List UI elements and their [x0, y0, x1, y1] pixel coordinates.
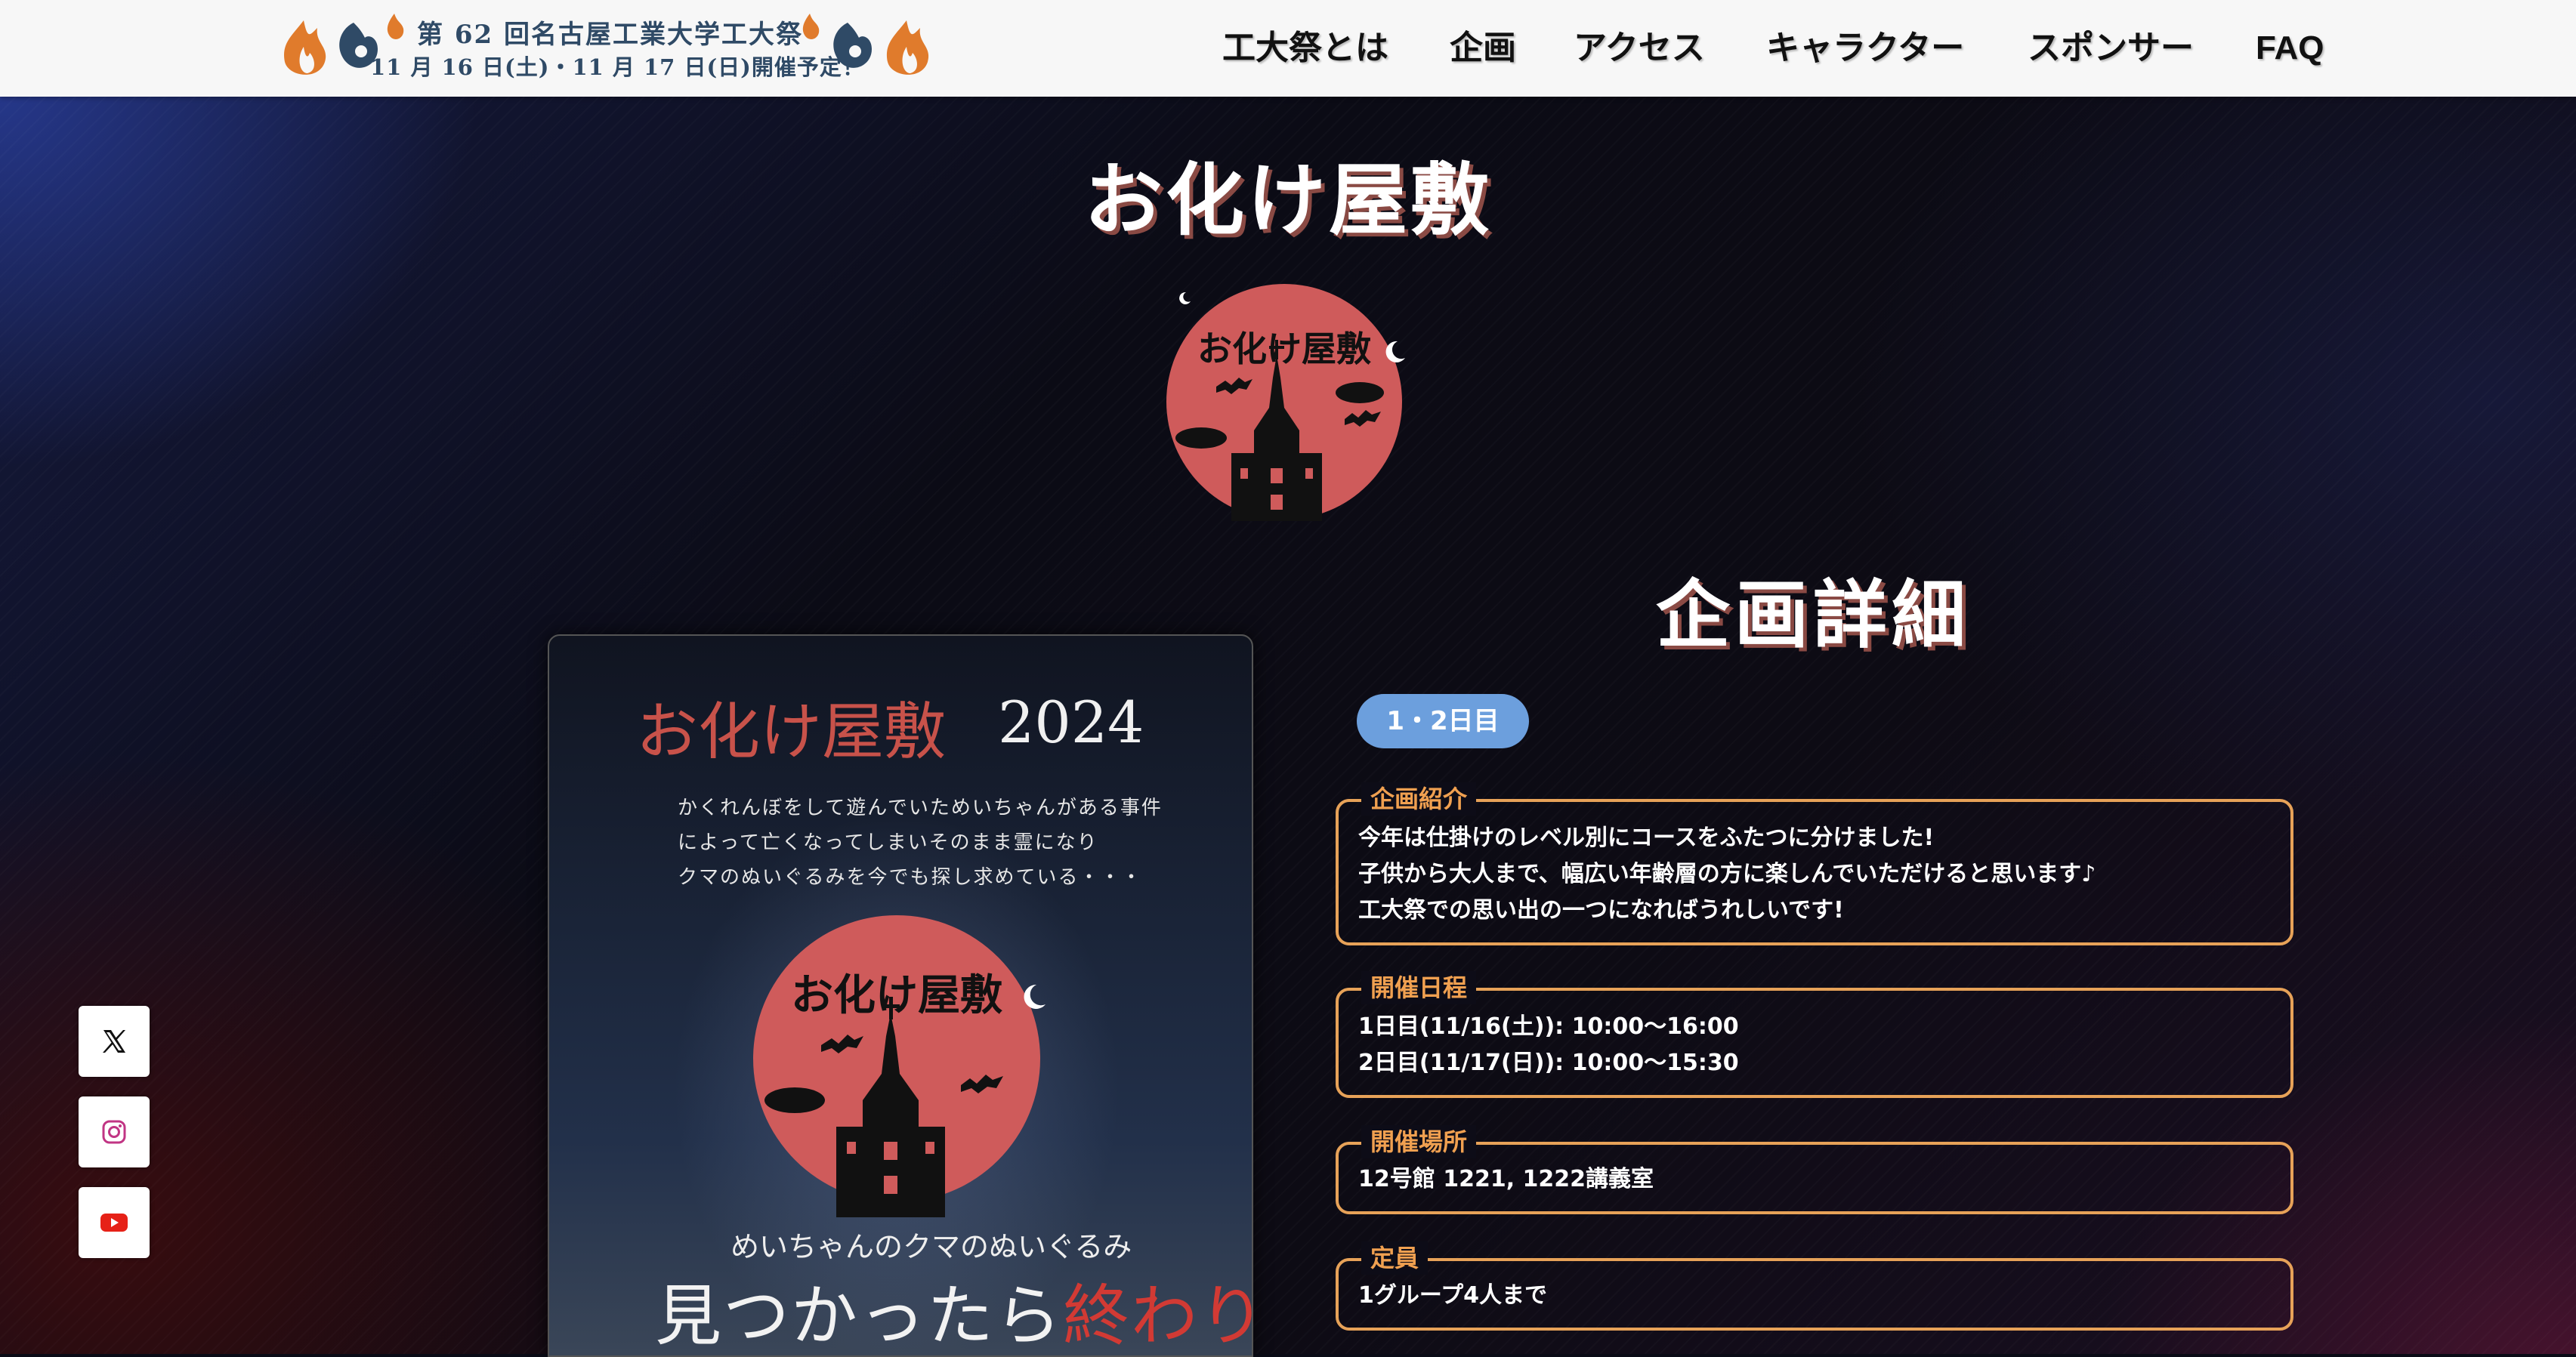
poster-tagline-main: 見つかったら [655, 1277, 1064, 1355]
poster-tagline-red: 終わり [1063, 1277, 1253, 1355]
info-label: 企画紹介 [1361, 782, 1477, 816]
poster-title: お化け屋敷 [636, 696, 947, 768]
nav-character[interactable]: キャラクター [1766, 23, 1964, 74]
info-line: 子供から大人まで、幅広い年齢層の方に楽しんでいただけると思います♪ [1358, 861, 2096, 887]
info-line: 工大祭での思い出の一つになればうれしいです! [1358, 897, 1844, 924]
info-line: 1日目(11/16(土)): 10:00〜16:00 [1358, 1013, 1739, 1040]
poster-tagline: 見つかったら終わり,,, [655, 1263, 1253, 1355]
nav-sponsor[interactable]: スポンサー [2028, 23, 2194, 74]
info-label: 定員 [1361, 1241, 1429, 1275]
info-box-venue: 開催場所 12号館 1221, 1222講義室 [1336, 1125, 2293, 1214]
poster-story-line: によって亡くなってしまいそのまま霊になり [678, 831, 1098, 854]
poster-year: 2024 [998, 689, 1144, 756]
info-line: 今年は仕掛けのレベル別にコースをふたつに分けました! [1358, 825, 1935, 851]
info-label: 開催日程 [1361, 971, 1477, 1004]
poster-emblem: お化け屋敷 [753, 915, 1046, 1217]
info-box-intro: 企画紹介 今年は仕掛けのレベル別にコースをふたつに分けました! 子供から大人まで… [1336, 782, 2293, 945]
nav-about[interactable]: 工大祭とは [1222, 23, 1388, 74]
main-nav: 工大祭とは 企画 アクセス キャラクター スポンサー FAQ [0, 23, 2576, 74]
info-body: 1日目(11/16(土)): 10:00〜16:00 2日目(11/17(日))… [1339, 991, 2290, 1081]
site-header: 第 62 回名古屋工業大学工大祭 11 月 16 日(土)・11 月 17 日(… [0, 0, 2576, 97]
day-tag: 1・2日目 [1357, 694, 1529, 748]
info-line: 2日目(11/17(日)): 10:00〜15:30 [1358, 1050, 1739, 1076]
youtube-icon [100, 1214, 128, 1232]
nav-faq[interactable]: FAQ [2256, 23, 2324, 74]
nav-access[interactable]: アクセス [1574, 23, 1705, 74]
instagram-icon [102, 1120, 126, 1144]
event-poster: お化け屋敷 2024 かくれんぼをして遊んでいためいちゃんがある事件 によって亡… [548, 634, 1253, 1357]
info-box-schedule: 開催日程 1日目(11/16(土)): 10:00〜16:00 2日目(11/1… [1336, 971, 2293, 1098]
poster-story: かくれんぼをして遊んでいためいちゃんがある事件 によって亡くなってしまいそのまま… [678, 791, 1163, 895]
page-title: お化け屋敷 [1083, 154, 1492, 246]
x-icon [103, 1030, 125, 1053]
poster-subtitle: めいちゃんのクマのぬいぐるみ [730, 1230, 1132, 1263]
section-heading: 企画詳細 [1655, 572, 1970, 658]
info-line: 12号館 1221, 1222講義室 [1358, 1166, 1654, 1192]
info-box-capacity: 定員 1グループ4人まで [1336, 1241, 2293, 1331]
info-body: 1グループ4人まで [1339, 1261, 2290, 1314]
youtube-button[interactable] [79, 1187, 150, 1258]
x-button[interactable] [79, 1006, 150, 1077]
info-body: 今年は仕掛けのレベル別にコースをふたつに分けました! 子供から大人まで、幅広い年… [1339, 802, 2290, 929]
info-label: 開催場所 [1361, 1125, 1477, 1158]
poster-story-line: かくれんぼをして遊んでいためいちゃんがある事件 [678, 797, 1163, 819]
haunted-house-emblem: お化け屋敷 [1166, 284, 1405, 521]
poster-emblem-text: お化け屋敷 [791, 971, 1002, 1020]
info-line: 1グループ4人まで [1358, 1282, 1547, 1309]
poster-story-line: クマのぬいぐるみを今でも探し求めている・・・ [678, 866, 1143, 889]
info-body: 12号館 1221, 1222講義室 [1339, 1145, 2290, 1198]
instagram-button[interactable] [79, 1096, 150, 1167]
nav-events[interactable]: 企画 [1450, 23, 1516, 74]
